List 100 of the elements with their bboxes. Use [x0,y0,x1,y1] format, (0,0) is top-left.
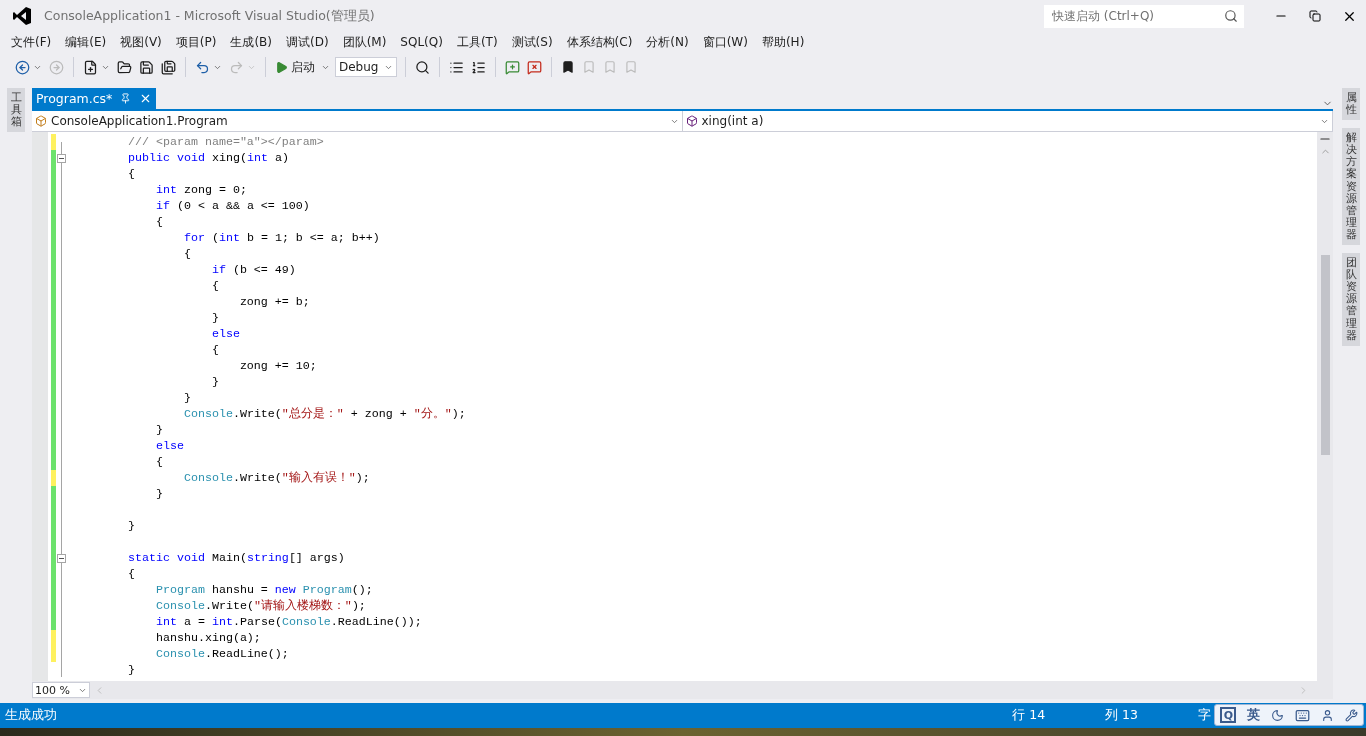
comment-button[interactable] [504,58,521,76]
start-button[interactable]: 启动 [274,57,316,77]
search-icon [415,59,430,75]
code-line: zong += b; [238,294,310,310]
keyboard-icon [1294,707,1310,723]
column-number: 列 13 [1105,707,1138,724]
search-icon [1224,9,1238,23]
uncomment-button[interactable] [526,58,543,76]
back-icon [15,59,30,75]
menu-item[interactable]: 视图(V) [113,33,169,51]
code-line: static void Main(string[] args) [126,550,345,566]
menu-item[interactable]: 窗口(W) [695,33,755,51]
ime-logo: Q [1220,707,1237,723]
status-message: 生成成功 [5,707,57,724]
menu-item[interactable]: 项目(P) [168,33,224,51]
save-button[interactable] [138,58,155,76]
numbered-list-icon [471,59,486,75]
code-line: { [126,566,135,582]
code-line: else [210,326,240,342]
logo-icon [12,6,32,26]
menu-item[interactable]: 文件(F) [4,33,59,51]
pin-button[interactable] [120,93,132,104]
undo-icon [195,59,210,75]
code-line: { [210,278,219,294]
new-project-button[interactable] [82,58,111,76]
scrollbar-thumb[interactable] [1320,255,1330,455]
vertical-scrollbar[interactable] [1317,132,1333,681]
menu-item[interactable]: 体系结构(C) [559,33,640,51]
code-line: } [154,486,163,502]
zoom-dropdown[interactable]: 100 % [32,682,90,698]
redo-icon [229,59,244,75]
menu-item[interactable]: 生成(B) [223,33,279,51]
ime-mode[interactable]: 英 [1247,706,1261,724]
code-line: } [126,662,135,678]
code-line: Console.Write("请输入楼梯数："); [154,598,366,614]
code-line: for (int b = 1; b <= a; b++) [182,230,380,246]
menu-item[interactable]: 测试(S) [504,33,560,51]
type-dropdown[interactable]: ConsoleApplication1.Program [32,111,683,131]
side-panel-tab[interactable]: 属性 [1342,88,1360,121]
side-panel-tab[interactable]: 团队资源管理器 [1342,253,1360,346]
line-number: 行 14 [1012,707,1046,724]
folder-icon [117,59,132,75]
member-dropdown[interactable]: xing(int a) [682,111,1333,131]
window-title: ConsoleApplication1 - Microsoft Visual Studio(管理员) [44,7,376,25]
code-line: Console.Write("总分是：" + zong + "分。"); [182,406,466,422]
menu-item[interactable]: 分析(N) [639,33,696,51]
menu-item[interactable]: SQL(Q) [393,35,450,49]
menu-item[interactable]: 工具(T) [449,33,505,51]
comment-add-icon [505,59,520,75]
bookmark-icon [603,60,617,74]
comment-remove-icon [527,59,542,75]
code-line: Program hanshu = new Program(); [154,582,373,598]
code-line: Console.ReadLine(); [154,646,289,662]
bookmark-icon [582,60,596,74]
class-icon [35,115,47,127]
play-icon [275,60,288,74]
find-button[interactable] [414,58,431,76]
cube-icon [685,115,698,127]
moon-icon [1271,708,1285,722]
quick-launch-field[interactable]: 快速启动 (Ctrl+Q) [1044,4,1244,28]
code-line: { [210,342,219,358]
character-label: 字 [1198,707,1211,724]
collapse-toggle[interactable] [57,154,66,163]
code-line: if (0 < a && a <= 100) [154,198,310,214]
save-icon [139,59,154,75]
code-line: { [154,214,163,230]
code-line: } [210,374,219,390]
document-tab[interactable]: Program.cs* [32,88,157,109]
code-line: } [154,422,163,438]
code-line: else [154,438,184,454]
user-icon [1320,708,1334,722]
code-line: int a = int.Parse(Console.ReadLine()); [154,614,422,630]
configuration-dropdown[interactable]: Debug [335,57,397,77]
menu-item[interactable]: 团队(M) [335,33,394,51]
menu-item[interactable]: 调试(D) [279,33,336,51]
collapse-toggle[interactable] [57,554,66,563]
back-button[interactable] [14,58,43,76]
code-line: public void xing(int a) [126,150,289,166]
code-line: Console.Write("输入有误！"); [182,470,370,486]
code-line: } [210,310,219,326]
wrench-icon [1344,708,1358,722]
save-all-button[interactable] [160,58,177,76]
code-line: { [126,166,135,182]
new-file-icon [83,59,98,75]
bookmark-button[interactable] [560,59,576,75]
quick-launch-input[interactable]: 快速启动 (Ctrl+Q) [1050,8,1224,24]
code-line: zong += 10; [238,358,317,374]
restore-icon [1309,10,1321,22]
open-button[interactable] [116,58,133,76]
code-line: /// <param name="a"></param> [126,134,324,150]
save-all-icon [161,59,176,75]
bookmark-icon [561,60,575,74]
side-panel-tab[interactable]: 工具箱 [7,88,25,133]
pin-icon [120,93,132,104]
list-icon [449,59,464,75]
code-line: int zong = 0; [154,182,247,198]
menu-item[interactable]: 帮助(H) [754,33,812,51]
menu-item[interactable]: 编辑(E) [58,33,114,51]
code-line: if (b <= 49) [210,262,296,278]
side-panel-tab[interactable]: 解决方案资源管理器 [1342,128,1360,246]
